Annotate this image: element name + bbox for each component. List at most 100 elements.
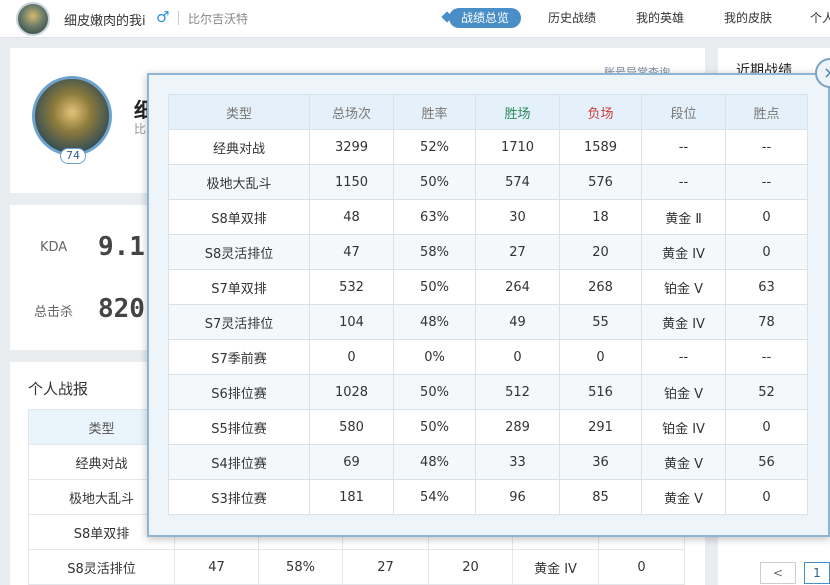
table-cell: 181 bbox=[309, 479, 394, 515]
table-cell: 63 bbox=[725, 269, 808, 305]
table-cell: S6排位赛 bbox=[168, 374, 310, 410]
table-cell: 63% bbox=[393, 199, 476, 235]
column-header[interactable]: 胜率 bbox=[393, 94, 476, 130]
table-cell: 27 bbox=[342, 549, 429, 585]
table-cell: 1150 bbox=[309, 164, 394, 200]
kda-label: KDA bbox=[40, 240, 68, 255]
table-cell: 50% bbox=[393, 409, 476, 445]
table-cell: 铂金 V bbox=[641, 269, 726, 305]
table-cell: 264 bbox=[475, 269, 560, 305]
table-cell: 3299 bbox=[309, 129, 394, 165]
table-row: S7季前赛 0 0% 0 0 -- -- bbox=[168, 339, 808, 375]
table-cell: 极地大乱斗 bbox=[168, 164, 310, 200]
table-cell: 20 bbox=[428, 549, 513, 585]
table-cell: 78 bbox=[725, 304, 808, 340]
table-cell: 1710 bbox=[475, 129, 560, 165]
table-cell: -- bbox=[641, 129, 726, 165]
tab-heroes[interactable]: 我的英雄 bbox=[636, 8, 684, 28]
table-cell: 50% bbox=[393, 164, 476, 200]
tab-overview[interactable]: 战绩总览 bbox=[449, 8, 522, 28]
table-cell: 48% bbox=[393, 444, 476, 480]
kills-value: 820 bbox=[98, 294, 145, 324]
column-header[interactable]: 负场 bbox=[559, 94, 642, 130]
table-row: S6排位赛 1028 50% 512 516 铂金 V 52 bbox=[168, 374, 808, 410]
table-cell: 0 bbox=[309, 339, 394, 375]
table-cell: 56 bbox=[725, 444, 808, 480]
table-cell: 0 bbox=[725, 199, 808, 235]
column-header[interactable]: 类型 bbox=[168, 94, 310, 130]
table-cell: 58% bbox=[393, 234, 476, 270]
table-cell: 69 bbox=[309, 444, 394, 480]
table-cell: 黄金 V bbox=[641, 444, 726, 480]
table-header-row: 类型 总场次 胜率 胜场 负场 段位 胜点 bbox=[168, 94, 808, 130]
column-header[interactable]: 胜场 bbox=[475, 94, 560, 130]
table-cell: 铂金 IV bbox=[641, 409, 726, 445]
table-cell: 48 bbox=[309, 199, 394, 235]
tab-history[interactable]: 历史战绩 bbox=[548, 8, 596, 28]
table-cell: 0 bbox=[725, 234, 808, 270]
table-cell: 黄金 V bbox=[641, 479, 726, 515]
table-cell: 铂金 V bbox=[641, 374, 726, 410]
table-row: S8灵活排位 47 58% 27 20 黄金 IV 0 bbox=[28, 549, 685, 585]
page-1-button[interactable]: 1 bbox=[804, 562, 830, 584]
server-name: 比尔吉沃特 bbox=[188, 12, 249, 26]
kda-value: 9.1 bbox=[98, 232, 145, 262]
table-row: S8单双排 48 63% 30 18 黄金 Ⅱ0 bbox=[168, 199, 808, 235]
kills-label: 总击杀 bbox=[34, 305, 74, 320]
table-row: 经典对战 3299 52% 1710 1589 -- -- bbox=[168, 129, 808, 165]
table-cell: S3排位赛 bbox=[168, 479, 310, 515]
tab-personal[interactable]: 个人 bbox=[810, 8, 830, 28]
table-cell: 289 bbox=[475, 409, 560, 445]
avatar[interactable] bbox=[16, 2, 50, 36]
table-cell: 36 bbox=[559, 444, 642, 480]
table-cell: 54% bbox=[393, 479, 476, 515]
table-cell: 532 bbox=[309, 269, 394, 305]
table-cell: 1028 bbox=[309, 374, 394, 410]
table-cell: 黄金 Ⅱ bbox=[641, 199, 726, 235]
table-cell: S7灵活排位 bbox=[168, 304, 310, 340]
personal-title: 个人战报 bbox=[28, 380, 89, 398]
table-cell: 55 bbox=[559, 304, 642, 340]
table-cell: 黄金 IV bbox=[641, 304, 726, 340]
table-cell: 0% bbox=[393, 339, 476, 375]
gender-male-icon: ♂ bbox=[156, 8, 170, 26]
table-row: S4排位赛 69 48% 33 36 黄金 V 56 bbox=[168, 444, 808, 480]
table-cell: -- bbox=[641, 164, 726, 200]
profile-sub: 比 bbox=[134, 122, 147, 136]
table-cell: S8灵活排位 bbox=[28, 549, 175, 585]
level-badge: 74 bbox=[60, 148, 86, 164]
table-cell: 50% bbox=[393, 374, 476, 410]
tab-skins[interactable]: 我的皮肤 bbox=[724, 8, 772, 28]
table-cell: 0 bbox=[725, 479, 808, 515]
table-cell: 47 bbox=[309, 234, 394, 270]
table-cell: 27 bbox=[475, 234, 560, 270]
table-cell: S7单双排 bbox=[168, 269, 310, 305]
table-cell: 黄金 IV bbox=[512, 549, 599, 585]
table-cell: S8单双排 bbox=[168, 199, 310, 235]
table-cell: S4排位赛 bbox=[168, 444, 310, 480]
table-cell: 50% bbox=[393, 269, 476, 305]
table-row: S7灵活排位 104 48% 49 55 黄金 IV 78 bbox=[168, 304, 808, 340]
table-cell: 580 bbox=[309, 409, 394, 445]
column-header[interactable]: 总场次 bbox=[309, 94, 394, 130]
table-cell: -- bbox=[725, 339, 808, 375]
table-cell: S8灵活排位 bbox=[168, 234, 310, 270]
table-cell: 47 bbox=[174, 549, 259, 585]
table-cell: 0 bbox=[559, 339, 642, 375]
table-cell: 268 bbox=[559, 269, 642, 305]
table-cell: 58% bbox=[258, 549, 343, 585]
column-header[interactable]: 胜点 bbox=[725, 94, 808, 130]
profile-avatar bbox=[32, 76, 112, 156]
prev-page-button[interactable]: < bbox=[760, 562, 796, 584]
table-cell: 52% bbox=[393, 129, 476, 165]
table-cell: 512 bbox=[475, 374, 560, 410]
table-cell: 48% bbox=[393, 304, 476, 340]
table-cell: 49 bbox=[475, 304, 560, 340]
stats-table: 类型 总场次 胜率 胜场 负场 段位 胜点 经典对战 3299 52% 1710 1589 -- -- 极地… bbox=[168, 94, 808, 515]
column-header[interactable]: 段位 bbox=[641, 94, 726, 130]
table-cell: -- bbox=[641, 339, 726, 375]
table-cell: 0 bbox=[598, 549, 685, 585]
table-row: S3排位赛 181 54% 96 85 黄金 V0 bbox=[168, 479, 808, 515]
table-cell: 20 bbox=[559, 234, 642, 270]
table-cell: 0 bbox=[725, 409, 808, 445]
